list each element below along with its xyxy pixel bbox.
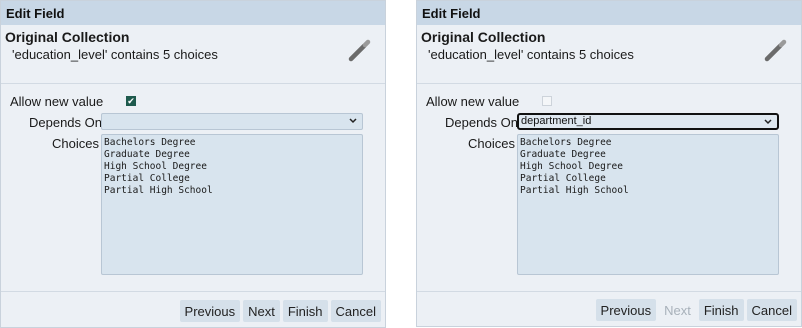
choices-label: Choices bbox=[52, 136, 99, 151]
dialog-body: Allow new value Depends On department_id… bbox=[417, 84, 801, 292]
dialog-header: Original Collection 'education_level' co… bbox=[417, 25, 801, 84]
cancel-button[interactable]: Cancel bbox=[746, 299, 797, 321]
chevron-down-icon bbox=[349, 118, 357, 124]
dialog-titlebar: Edit Field bbox=[1, 1, 385, 25]
edit-field-dialog-right: Edit Field Original Collection 'educatio… bbox=[416, 0, 802, 327]
allow-new-value-checkbox[interactable]: ✔ bbox=[126, 96, 136, 106]
choice-line: Bachelors Degree bbox=[104, 137, 196, 148]
depends-on-label: Depends On bbox=[445, 115, 518, 130]
finish-button[interactable]: Finish bbox=[282, 300, 328, 322]
allow-new-value-label: Allow new value bbox=[10, 94, 104, 109]
previous-button[interactable]: Previous bbox=[595, 299, 657, 321]
choice-line: Graduate Degree bbox=[520, 149, 606, 160]
chevron-down-icon bbox=[764, 119, 772, 125]
choice-line: High School Degree bbox=[104, 161, 207, 172]
choice-line: Graduate Degree bbox=[104, 149, 190, 160]
cancel-button[interactable]: Cancel bbox=[330, 300, 381, 322]
allow-new-value-checkbox[interactable] bbox=[542, 96, 552, 106]
magic-wand-icon[interactable] bbox=[763, 37, 789, 63]
choice-line: Bachelors Degree bbox=[520, 137, 612, 148]
dialog-footer: Previous Next Finish Cancel bbox=[179, 300, 381, 322]
collection-title: Original Collection bbox=[5, 29, 130, 45]
choice-line: High School Degree bbox=[520, 161, 623, 172]
depends-on-label: Depends On bbox=[29, 115, 102, 130]
collection-description: 'education_level' contains 5 choices bbox=[428, 47, 634, 62]
dialog-body: Allow new value ✔ Depends On Choices Bac… bbox=[1, 84, 385, 292]
magic-wand-icon[interactable] bbox=[347, 37, 373, 63]
dialog-header: Original Collection 'education_level' co… bbox=[1, 25, 385, 84]
next-button[interactable]: Next bbox=[243, 300, 280, 322]
depends-on-select[interactable] bbox=[101, 113, 363, 130]
choice-line: Partial High School bbox=[520, 185, 629, 196]
previous-button[interactable]: Previous bbox=[179, 300, 241, 322]
choice-line: Partial College bbox=[520, 173, 606, 184]
depends-on-select[interactable]: department_id bbox=[517, 113, 779, 130]
choices-textarea[interactable]: Bachelors Degree Graduate Degree High Sc… bbox=[101, 134, 363, 275]
depends-on-value: department_id bbox=[521, 115, 592, 127]
choice-line: Partial College bbox=[104, 173, 190, 184]
collection-title: Original Collection bbox=[421, 29, 546, 45]
edit-field-dialog-left: Edit Field Original Collection 'educatio… bbox=[0, 0, 386, 328]
allow-new-value-label: Allow new value bbox=[426, 94, 520, 109]
next-button[interactable]: Next bbox=[659, 299, 696, 321]
dialog-footer: Previous Next Finish Cancel bbox=[595, 299, 797, 321]
collection-description: 'education_level' contains 5 choices bbox=[12, 47, 218, 62]
choices-textarea[interactable]: Bachelors Degree Graduate Degree High Sc… bbox=[517, 134, 779, 275]
dialog-titlebar: Edit Field bbox=[417, 1, 801, 25]
finish-button[interactable]: Finish bbox=[698, 299, 744, 321]
choice-line: Partial High School bbox=[104, 185, 213, 196]
choices-label: Choices bbox=[468, 136, 515, 151]
